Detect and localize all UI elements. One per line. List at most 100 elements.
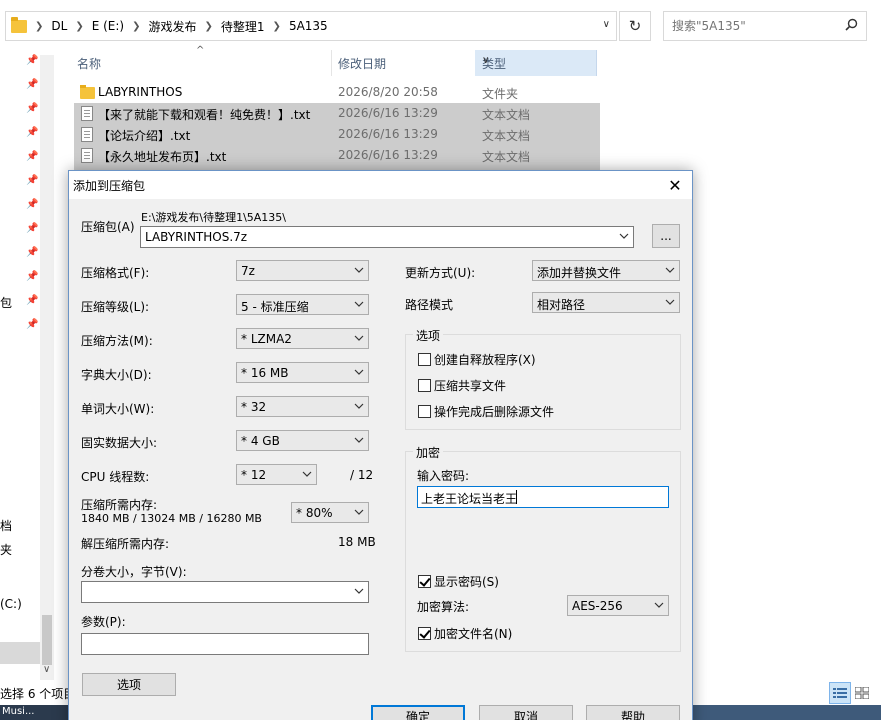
checkbox-checked-icon[interactable] xyxy=(418,627,431,640)
search-input[interactable] xyxy=(664,12,834,40)
chevron-right-icon: ❯ xyxy=(272,20,281,32)
text-cursor xyxy=(516,490,517,504)
column-header-name[interactable]: 名称 xyxy=(77,50,101,76)
chevron-down-icon xyxy=(354,335,364,341)
column-divider[interactable] xyxy=(331,50,332,76)
memory-percent-select[interactable]: * 80% xyxy=(291,502,369,523)
encrypt-filenames-checkbox[interactable]: 加密文件名(N) xyxy=(418,625,512,642)
file-type: 文本文档 xyxy=(482,129,531,143)
chevron-down-icon xyxy=(354,369,364,375)
options-group-title: 选项 xyxy=(413,327,444,344)
file-row[interactable]: 【永久地址发布页】.txt 2026/6/16 13:29 文本文档 xyxy=(74,145,600,166)
cpu-threads-select[interactable]: * 12 xyxy=(236,464,317,485)
chevron-down-icon[interactable]: ∨ xyxy=(482,55,591,66)
checkbox-checked-icon[interactable] xyxy=(418,575,431,588)
pin-icon[interactable]: 📌 xyxy=(26,103,38,115)
checkbox-icon[interactable] xyxy=(418,353,431,366)
pin-icon[interactable]: 📌 xyxy=(26,223,38,235)
split-volume-combobox[interactable] xyxy=(81,581,369,603)
pin-icon[interactable]: 📌 xyxy=(26,151,38,163)
file-name: LABYRINTHOS xyxy=(98,85,183,99)
breadcrumb-item[interactable]: DL xyxy=(51,19,67,33)
checkbox-icon[interactable] xyxy=(418,379,431,392)
details-view-button[interactable] xyxy=(829,682,851,704)
nav-pane-selected-item[interactable] xyxy=(0,642,40,664)
create-sfx-checkbox[interactable]: 创建自释放程序(X) xyxy=(418,351,536,368)
chevron-down-icon[interactable] xyxy=(354,585,364,597)
show-password-checkbox[interactable]: 显示密码(S) xyxy=(418,573,499,590)
file-row[interactable]: 【论坛介绍】.txt 2026/6/16 13:29 文本文档 xyxy=(74,124,600,145)
nav-pane-label[interactable]: 包 xyxy=(0,294,12,311)
cancel-button[interactable]: 取消 xyxy=(479,705,573,720)
file-row[interactable]: LABYRINTHOS 2026/8/20 20:58 文件夹 xyxy=(74,82,600,103)
taskbar-item[interactable]: Musi... xyxy=(0,705,70,720)
taskbar xyxy=(693,705,881,720)
view-toggle[interactable] xyxy=(829,682,873,704)
encryption-method-label: 加密算法: xyxy=(417,600,470,614)
method-select[interactable]: * LZMA2 xyxy=(236,328,369,349)
refresh-button[interactable]: ↻ xyxy=(619,11,651,41)
method-label: 压缩方法(M): xyxy=(81,334,153,348)
decompress-memory-value: 18 MB xyxy=(338,535,376,549)
search-icon xyxy=(845,18,858,31)
chevron-right-icon: ❯ xyxy=(204,20,213,32)
level-select[interactable]: 5 - 标准压缩 xyxy=(236,294,369,315)
pin-icon[interactable]: 📌 xyxy=(26,199,38,211)
solid-block-label: 固实数据大小: xyxy=(81,436,158,450)
format-select[interactable]: 7z xyxy=(236,260,369,281)
chevron-down-icon[interactable]: ∨ xyxy=(603,19,610,30)
chevron-down-icon xyxy=(354,267,364,273)
pin-icon[interactable]: 📌 xyxy=(26,79,38,91)
browse-button[interactable]: ... xyxy=(652,224,680,248)
pin-icon[interactable]: 📌 xyxy=(26,127,38,139)
options-groupbox: 选项 创建自释放程序(X) 压缩共享文件 操作完成后删除源文件 xyxy=(405,327,681,430)
pin-icon[interactable]: 📌 xyxy=(26,271,38,283)
password-input[interactable]: 上老王论坛当老王 xyxy=(417,486,669,508)
solid-block-select[interactable]: * 4 GB xyxy=(236,430,369,451)
help-button[interactable]: 帮助 xyxy=(586,705,680,720)
nav-pane-label[interactable]: (C:) xyxy=(0,597,22,611)
nav-pane-label[interactable]: 档 xyxy=(0,517,12,534)
chevron-down-icon[interactable] xyxy=(619,230,629,242)
dialog-titlebar[interactable]: 添加到压缩包 ✕ xyxy=(69,171,692,199)
options-button[interactable]: 选项 xyxy=(82,673,176,696)
scroll-down-icon[interactable]: ∨ xyxy=(43,664,50,675)
pin-icon[interactable]: 📌 xyxy=(26,175,38,187)
large-icons-view-button[interactable] xyxy=(851,682,873,704)
breadcrumb-item[interactable]: 待整理1 xyxy=(221,18,265,35)
nav-pane-scrollbar[interactable] xyxy=(40,55,54,680)
path-mode-select[interactable]: 相对路径 xyxy=(532,292,680,313)
ok-button[interactable]: 确定 xyxy=(371,705,465,720)
breadcrumb-item[interactable]: 游戏发布 xyxy=(149,18,197,35)
word-size-select[interactable]: * 32 xyxy=(236,396,369,417)
address-bar[interactable]: ❯ DL ❯ E (E:) ❯ 游戏发布 ❯ 待整理1 ❯ 5A135 ∨ xyxy=(5,11,617,41)
file-row[interactable]: 【来了就能下载和观看！纯免费！】.txt 2026/6/16 13:29 文本文… xyxy=(74,103,600,124)
breadcrumb-item[interactable]: E (E:) xyxy=(92,19,124,33)
pin-icon[interactable]: 📌 xyxy=(26,55,38,67)
chevron-down-icon xyxy=(654,602,664,608)
format-label: 压缩格式(F): xyxy=(81,266,150,280)
dictionary-select[interactable]: * 16 MB xyxy=(236,362,369,383)
search-box[interactable] xyxy=(663,11,867,41)
chevron-down-icon xyxy=(354,301,364,307)
archive-name-combobox[interactable]: LABYRINTHOS.7z xyxy=(140,226,634,248)
close-button[interactable]: ✕ xyxy=(664,174,686,196)
checkbox-icon[interactable] xyxy=(418,405,431,418)
parameters-input[interactable] xyxy=(81,633,369,655)
pin-icon[interactable]: 📌 xyxy=(26,319,38,331)
column-header-type[interactable]: 类型 ∨ xyxy=(475,50,597,76)
status-bar-text: 选择 6 个项目 xyxy=(0,687,76,701)
archive-path: E:\游戏发布\待整理1\5A135\ xyxy=(141,211,286,224)
scrollbar-thumb[interactable] xyxy=(42,615,52,665)
encryption-method-select[interactable]: AES-256 xyxy=(567,595,669,616)
compress-shared-checkbox[interactable]: 压缩共享文件 xyxy=(418,377,506,394)
delete-after-checkbox[interactable]: 操作完成后删除源文件 xyxy=(418,403,554,420)
chevron-down-icon xyxy=(354,403,364,409)
large-icons-view-icon xyxy=(855,687,869,699)
breadcrumb-item[interactable]: 5A135 xyxy=(289,19,328,33)
update-mode-select[interactable]: 添加并替换文件 xyxy=(532,260,680,281)
nav-pane-label[interactable]: 夹 xyxy=(0,541,12,558)
pin-icon[interactable]: 📌 xyxy=(26,295,38,307)
pin-icon[interactable]: 📌 xyxy=(26,247,38,259)
column-header-date[interactable]: 修改日期 xyxy=(338,50,386,76)
